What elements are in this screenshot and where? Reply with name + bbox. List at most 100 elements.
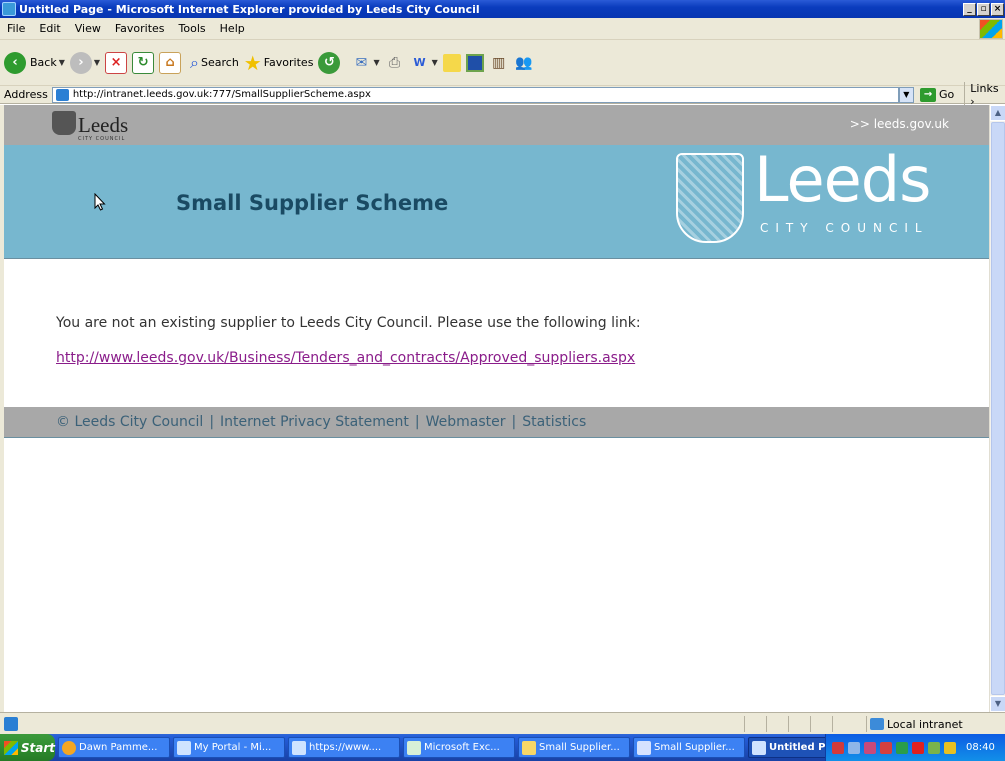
status-cell (766, 716, 788, 732)
refresh-button[interactable]: ↻ (132, 51, 155, 74)
leeds-small-logo[interactable]: Leeds CITY COUNCIL (52, 111, 129, 142)
footer-webmaster-link[interactable]: Webmaster (426, 414, 506, 430)
big-logo-sub: CITY COUNCIL (760, 221, 929, 235)
history-button[interactable]: ↺ (318, 51, 341, 74)
top-band: Leeds CITY COUNCIL >> leeds.gov.uk (4, 105, 989, 145)
star-icon: ★ (243, 50, 262, 75)
mail-icon: ✉ (355, 54, 368, 71)
supplier-message: You are not an existing supplier to Leed… (56, 315, 641, 331)
start-button[interactable]: Start (0, 734, 55, 761)
footer-separator: | (511, 414, 517, 430)
address-dropdown-button[interactable]: ▼ (898, 86, 915, 103)
back-label: Back (30, 56, 57, 69)
task-label: My Portal - Mi... (194, 742, 272, 753)
taskbar: Start Dawn Pamme... My Portal - Mi... ht… (0, 734, 1005, 761)
page-icon (55, 88, 69, 101)
status-cell (744, 716, 766, 732)
research-button[interactable]: ▥ (489, 53, 509, 73)
leeds-city-council-logo: Leeds CITY COUNCIL (676, 143, 951, 247)
security-zone[interactable]: Local intranet (866, 716, 963, 732)
task-item[interactable]: Small Supplier... (518, 737, 630, 758)
page-status-icon (4, 716, 18, 731)
footer-separator: | (414, 414, 420, 430)
scroll-up-button[interactable]: ▲ (990, 105, 1005, 121)
norton-icon[interactable] (912, 741, 924, 754)
ie-icon (2, 2, 16, 16)
intranet-icon (870, 718, 884, 730)
ie-icon (292, 740, 306, 755)
home-icon: ⌂ (159, 51, 182, 74)
logo-word: Leeds (78, 113, 129, 137)
task-item[interactable]: Dawn Pamme... (58, 737, 170, 758)
maximize-button[interactable]: ▫ (977, 2, 990, 16)
search-icon: ⌕ (190, 52, 199, 72)
search-button[interactable]: ⌕ Search (190, 53, 239, 73)
menu-tools[interactable]: Tools (172, 22, 213, 35)
scroll-down-button[interactable]: ▼ (990, 696, 1005, 712)
task-item[interactable]: Small Supplier... (633, 737, 745, 758)
approved-suppliers-link[interactable]: http://www.leeds.gov.uk/Business/Tenders… (56, 350, 635, 366)
minimize-button[interactable]: _ (963, 2, 976, 16)
favorites-button[interactable]: ★ Favorites (244, 51, 314, 75)
menu-help[interactable]: Help (213, 22, 252, 35)
word-icon (637, 740, 651, 755)
close-button[interactable]: × (991, 2, 1004, 16)
monitor-icon (465, 53, 484, 72)
vertical-scrollbar[interactable]: ▲ ▼ (989, 105, 1005, 712)
stop-button[interactable]: × (105, 51, 128, 74)
crest-icon (52, 111, 76, 135)
favorites-label: Favorites (263, 56, 314, 69)
stop-icon: × (105, 51, 128, 74)
discuss-button[interactable] (442, 53, 461, 72)
task-item[interactable]: Microsoft Exc... (403, 737, 515, 758)
menu-view[interactable]: View (68, 22, 108, 35)
task-label: Dawn Pamme... (79, 742, 158, 753)
edit-button[interactable]: W ▼ (410, 53, 438, 73)
tray-icon[interactable] (864, 741, 876, 754)
back-arrow-icon: ‹ (4, 51, 26, 74)
ie-icon (177, 740, 191, 755)
address-label: Address (4, 88, 48, 101)
note-icon (442, 53, 461, 72)
tray-icon[interactable] (928, 741, 940, 754)
tray-icon[interactable] (832, 741, 844, 754)
network-icon[interactable] (848, 741, 860, 754)
footer-statistics-link[interactable]: Statistics (522, 414, 586, 430)
page-viewport: Leeds CITY COUNCIL >> leeds.gov.uk Small… (4, 105, 989, 712)
tray-icon[interactable] (896, 741, 908, 754)
task-label: https://www.... (309, 742, 382, 753)
window-title: Untitled Page - Microsoft Internet Explo… (19, 2, 480, 16)
help-icon[interactable] (944, 741, 956, 754)
clock[interactable]: 08:40 (966, 742, 995, 753)
banner: Small Supplier Scheme Leeds CITY COUNCIL (4, 143, 989, 259)
mail-button[interactable]: ✉ ▼ (351, 53, 380, 73)
window-title-bar[interactable]: Untitled Page - Microsoft Internet Explo… (0, 0, 1005, 18)
system-tray: 08:40 (825, 734, 1005, 761)
chevron-down-icon: ▼ (431, 58, 438, 67)
go-label: Go (939, 88, 955, 101)
menu-favorites[interactable]: Favorites (108, 22, 172, 35)
address-input[interactable]: http://intranet.leeds.gov.uk:777/SmallSu… (51, 86, 899, 103)
footer-privacy-link[interactable]: Internet Privacy Statement (220, 414, 409, 430)
chevron-down-icon: ▼ (93, 58, 101, 67)
scroll-thumb[interactable] (991, 122, 1005, 695)
print-button[interactable]: ⎙ (385, 53, 405, 73)
standard-toolbar: ‹ Back ▼ › ▼ × ↻ ⌂ ⌕ Search ★ Favorites … (0, 40, 1005, 86)
footer-separator: | (209, 414, 215, 430)
menu-file[interactable]: File (0, 22, 32, 35)
coat-of-arms-icon (676, 153, 744, 243)
links-toolbar[interactable]: Links › (964, 81, 1005, 108)
task-item[interactable]: https://www.... (288, 737, 400, 758)
task-label: Small Supplier... (654, 742, 735, 753)
messenger-button[interactable] (465, 53, 484, 72)
home-button[interactable]: ⌂ (159, 51, 182, 74)
go-button[interactable]: → Go (920, 87, 955, 102)
task-label: Microsoft Exc... (424, 742, 500, 753)
contacts-button[interactable]: 👥 (514, 53, 534, 73)
gmail-icon[interactable] (880, 741, 892, 754)
menu-edit[interactable]: Edit (32, 22, 67, 35)
task-item[interactable]: My Portal - Mi... (173, 737, 285, 758)
back-button[interactable]: ‹ Back ▼ (4, 51, 65, 74)
forward-button[interactable]: › ▼ (69, 51, 101, 74)
leeds-gov-link[interactable]: >> leeds.gov.uk (850, 117, 949, 131)
